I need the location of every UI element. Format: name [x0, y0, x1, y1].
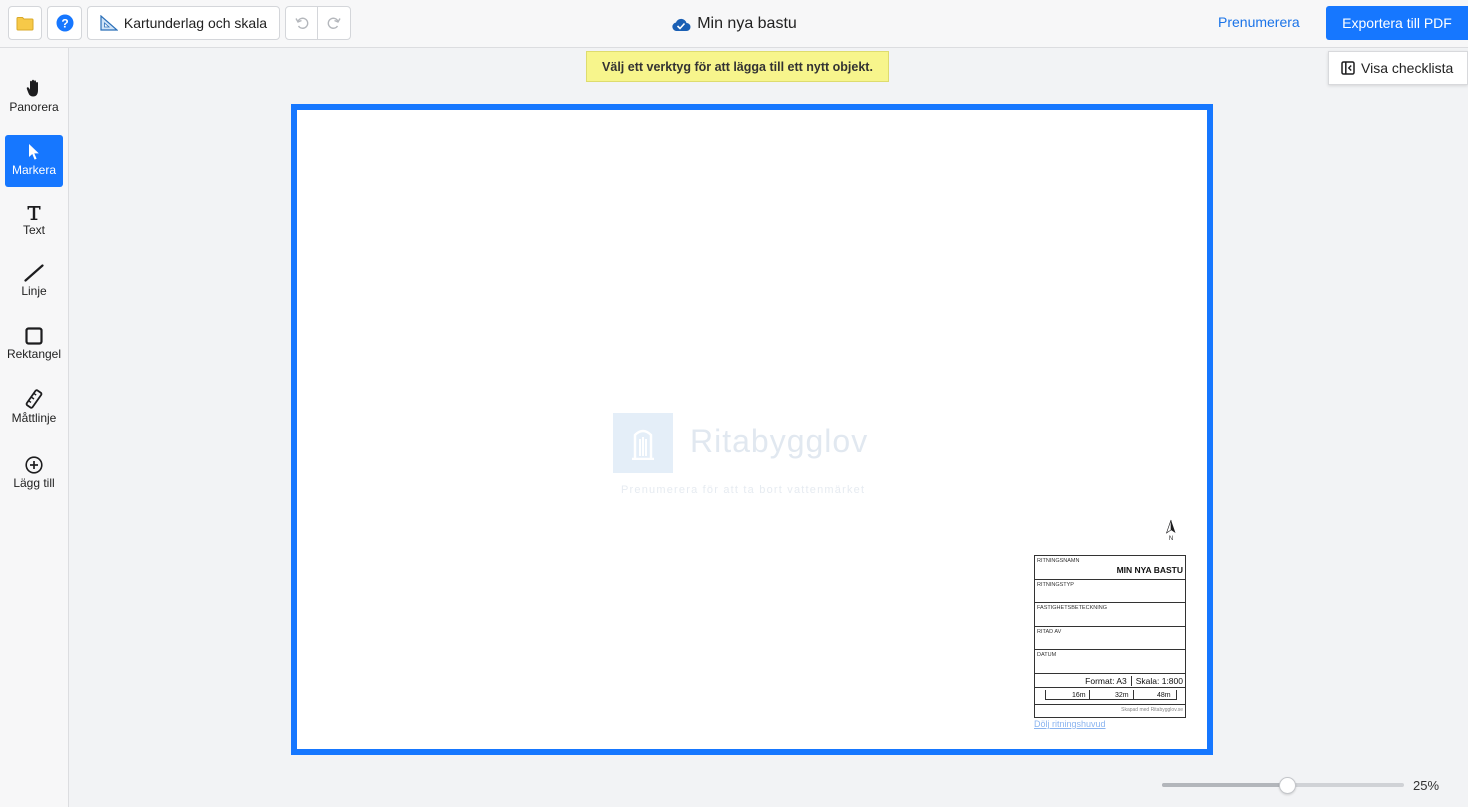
date-caption: DATUM — [1037, 652, 1057, 658]
open-project-button[interactable] — [8, 6, 42, 40]
folder-icon — [16, 16, 34, 30]
scale-bar: 16m 32m 48m — [1035, 688, 1185, 705]
format-divider — [1130, 675, 1132, 686]
watermark-logo — [613, 413, 673, 473]
scale-text: Skala: 1:800 — [1135, 675, 1183, 686]
tool-dimension-line[interactable]: Måttlinje — [5, 389, 63, 429]
drawing-type-caption: RITNINGSTYP — [1037, 582, 1074, 588]
tool-rectangle-label: Rektangel — [6, 347, 62, 361]
redo-icon — [327, 17, 341, 29]
scale-bar-tick — [1133, 690, 1134, 700]
drawing-name-caption: RITNINGSNAMN — [1037, 558, 1080, 564]
title-block-credit: Skapad med Ritabygglov.se — [1121, 707, 1183, 713]
undo-icon — [294, 17, 308, 29]
hand-icon — [26, 79, 38, 97]
show-checklist-button[interactable]: Visa checklista — [1328, 51, 1468, 85]
tool-add[interactable]: Lägg till — [5, 456, 63, 494]
title-block-drawing-name-row: RITNINGSNAMN MIN NYA BASTU — [1035, 556, 1185, 580]
show-checklist-label: Visa checklista — [1361, 60, 1454, 76]
tool-line-label: Linje — [21, 284, 47, 298]
set-square-icon — [100, 15, 118, 31]
scale-label-48m: 48m — [1157, 692, 1171, 699]
building-icon — [632, 429, 654, 460]
tool-add-label: Lägg till — [13, 476, 55, 490]
line-icon — [24, 264, 44, 282]
north-arrow-icon: N — [1165, 519, 1176, 541]
hide-title-block-link[interactable]: Dölj ritningshuvud — [1034, 719, 1106, 729]
tool-dimension-line-label: Måttlinje — [11, 411, 57, 425]
tool-sidebar: Panorera Markera Text Linje Rektangel Må… — [0, 48, 69, 807]
help-icon: ? — [56, 14, 73, 32]
format-text: Format: A3 — [1085, 675, 1127, 686]
zoom-level: 25% — [1413, 778, 1440, 793]
undo-button[interactable] — [285, 6, 318, 40]
tool-hint-banner: Välj ett verktyg för att lägga till ett … — [586, 51, 889, 82]
watermark-name: Ritabygglov — [690, 423, 869, 459]
scale-bar-tick — [1176, 690, 1177, 700]
document-title[interactable]: Min nya bastu — [697, 15, 797, 33]
scale-label-16m: 16m — [1072, 692, 1086, 699]
redo-button[interactable] — [317, 6, 351, 40]
tool-line[interactable]: Linje — [5, 264, 63, 302]
ruler-icon — [25, 389, 43, 409]
tool-rectangle[interactable]: Rektangel — [5, 327, 63, 365]
svg-text:?: ? — [61, 17, 68, 31]
format-scale-row: Format: A3 Skala: 1:800 — [1035, 674, 1185, 688]
north-label: N — [1169, 536, 1173, 541]
zoom-slider-fill — [1162, 783, 1287, 787]
property-caption: FASTIGHETSBETECKNING — [1037, 605, 1107, 611]
title-block-property-row: FASTIGHETSBETECKNING — [1035, 603, 1185, 627]
cloud-saved-icon — [672, 18, 691, 31]
title-block-date-row: DATUM — [1035, 650, 1185, 674]
top-toolbar: ? Kartunderlag och skala Min nya bastu P… — [0, 0, 1468, 48]
scale-bar-baseline — [1045, 699, 1177, 700]
title-block-drawing-type-row: RITNINGSTYP — [1035, 580, 1185, 603]
help-button[interactable]: ? — [47, 6, 82, 40]
tool-text-label: Text — [22, 223, 45, 237]
tool-select[interactable]: Markera — [5, 135, 63, 187]
title-block[interactable]: RITNINGSNAMN MIN NYA BASTU RITNINGSTYP F… — [1034, 555, 1186, 718]
scale-label-32m: 32m — [1115, 692, 1129, 699]
drawing-name-value: MIN NYA BASTU — [1116, 565, 1183, 575]
export-pdf-button[interactable]: Exportera till PDF — [1326, 6, 1468, 40]
tool-text[interactable]: Text — [5, 205, 63, 241]
drawing-sheet[interactable]: Ritabygglov Prenumerera för att ta bort … — [291, 104, 1213, 755]
tool-pan[interactable]: Panorera — [5, 79, 63, 121]
drawn-by-caption: RITAD AV — [1037, 629, 1062, 635]
title-block-drawn-by-row: RITAD AV — [1035, 627, 1185, 650]
watermark: Ritabygglov Prenumerera för att ta bort … — [613, 413, 905, 501]
tool-select-label: Markera — [11, 163, 56, 177]
tool-pan-label: Panorera — [9, 100, 59, 114]
text-icon — [27, 206, 41, 220]
pointer-icon — [29, 144, 39, 160]
add-icon — [25, 456, 43, 474]
rectangle-icon — [25, 327, 43, 345]
watermark-subtitle: Prenumerera för att ta bort vattenmärket — [621, 484, 866, 496]
panel-left-icon — [1341, 61, 1355, 75]
zoom-slider-handle[interactable] — [1279, 777, 1296, 794]
scale-bar-tick — [1045, 690, 1046, 700]
subscribe-link[interactable]: Prenumerera — [1218, 14, 1300, 30]
scale-bar-tick — [1089, 690, 1090, 700]
map-and-scale-label: Kartunderlag och skala — [123, 15, 268, 31]
map-and-scale-button[interactable]: Kartunderlag och skala — [87, 6, 280, 40]
